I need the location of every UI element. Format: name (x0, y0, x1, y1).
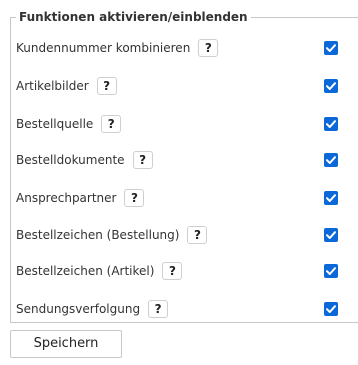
help-question-icon[interactable]: ? (198, 39, 219, 57)
help-question-icon[interactable]: ? (101, 115, 122, 133)
option-checkbox-bestellzeichen-bestellung[interactable] (324, 228, 338, 242)
help-question-icon[interactable]: ? (187, 226, 208, 244)
help-question-icon[interactable]: ? (124, 189, 145, 207)
option-row-bestelldokumente: Bestelldokumente ? (16, 148, 346, 172)
option-row-kundennummer: Kundennummer kombinieren ? (16, 36, 346, 60)
checkmark-icon (326, 156, 336, 164)
option-checkbox-bestellzeichen-artikel[interactable] (324, 264, 338, 278)
option-checkbox-kundennummer[interactable] (324, 41, 338, 55)
checkmark-icon (326, 44, 336, 52)
checkmark-icon (326, 194, 336, 202)
option-checkbox-sendungsverfolgung[interactable] (324, 302, 338, 316)
option-label: Kundennummer kombinieren (16, 41, 191, 55)
option-row-bestellzeichen-artikel: Bestellzeichen (Artikel) ? (16, 259, 346, 283)
option-checkbox-artikelbilder[interactable] (324, 79, 338, 93)
option-label: Bestellquelle (16, 117, 94, 131)
checkmark-icon (326, 82, 336, 90)
option-label: Artikelbilder (16, 79, 89, 93)
save-button[interactable]: Speichern (10, 330, 122, 358)
checkmark-icon (326, 305, 336, 313)
option-checkbox-ansprechpartner[interactable] (324, 191, 338, 205)
option-label: Sendungsverfolgung (16, 302, 141, 316)
features-legend: Funktionen aktivieren/einblenden (16, 8, 251, 26)
checkmark-icon (326, 267, 336, 275)
checkmark-icon (326, 231, 336, 239)
option-row-sendungsverfolgung: Sendungsverfolgung ? (16, 297, 346, 321)
help-question-icon[interactable]: ? (132, 151, 153, 169)
help-question-icon[interactable]: ? (96, 77, 117, 95)
help-question-icon[interactable]: ? (148, 300, 169, 318)
checkmark-icon (326, 120, 336, 128)
option-label: Ansprechpartner (16, 191, 117, 205)
option-label: Bestelldokumente (16, 153, 125, 167)
option-row-bestellquelle: Bestellquelle ? (16, 112, 346, 136)
option-row-bestellzeichen-bestellung: Bestellzeichen (Bestellung) ? (16, 223, 346, 247)
option-label: Bestellzeichen (Artikel) (16, 264, 155, 278)
help-question-icon[interactable]: ? (162, 262, 183, 280)
option-label: Bestellzeichen (Bestellung) (16, 228, 180, 242)
option-row-artikelbilder: Artikelbilder ? (16, 74, 346, 98)
option-checkbox-bestelldokumente[interactable] (324, 153, 338, 167)
option-checkbox-bestellquelle[interactable] (324, 117, 338, 131)
option-row-ansprechpartner: Ansprechpartner ? (16, 186, 346, 210)
